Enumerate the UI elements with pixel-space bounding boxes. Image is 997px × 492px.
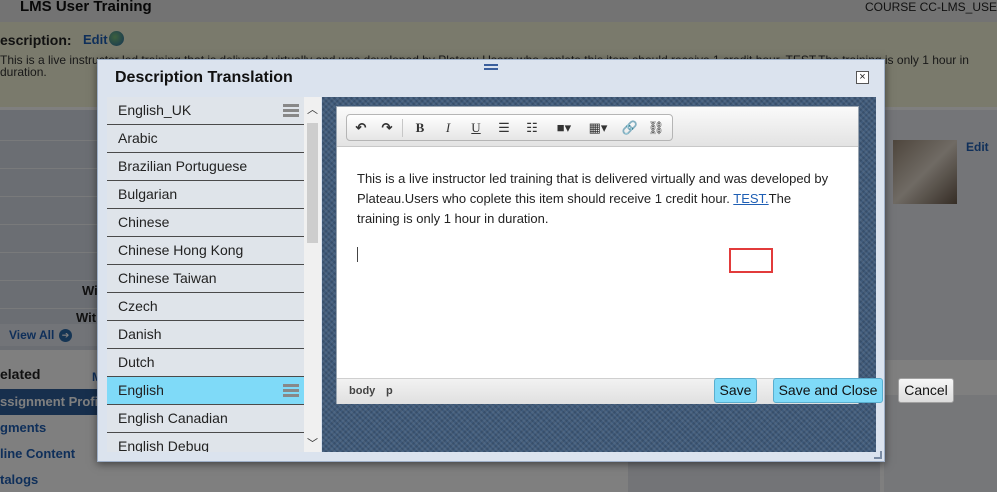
language-label: English — [118, 382, 164, 398]
language-label: Brazilian Portuguese — [118, 158, 248, 174]
language-item[interactable]: English_UK — [107, 97, 304, 125]
close-icon[interactable]: × — [856, 71, 869, 84]
language-item[interactable]: Czech — [107, 293, 304, 321]
description-translation-dialog: Description Translation × English_UK Ara… — [97, 59, 954, 462]
language-label: Czech — [118, 298, 158, 314]
language-label: Arabic — [118, 130, 158, 146]
bold-icon[interactable]: B — [409, 118, 431, 138]
highlight-box — [729, 248, 773, 273]
editor-content[interactable]: This is a live instructor led training t… — [357, 169, 835, 229]
resize-handle-icon[interactable] — [874, 451, 882, 459]
text-color-icon[interactable]: ■▾ — [551, 118, 577, 138]
language-label: Chinese — [118, 214, 170, 230]
numbered-list-icon[interactable]: ☷ — [521, 118, 543, 138]
language-item[interactable]: Danish — [107, 321, 304, 349]
drag-handle-icon[interactable] — [484, 64, 498, 70]
path-body[interactable]: body — [349, 385, 375, 397]
path-p[interactable]: p — [386, 385, 393, 397]
language-list-items: English_UK Arabic Brazilian Portuguese B… — [107, 97, 304, 452]
language-label: Dutch — [118, 354, 155, 370]
save-button[interactable]: Save — [714, 378, 757, 403]
italic-icon[interactable]: I — [437, 118, 459, 138]
dialog-title: Description Translation — [115, 69, 293, 86]
test-link[interactable]: TEST. — [733, 191, 768, 206]
chevron-up-icon[interactable]: ︿ — [307, 101, 318, 117]
rich-text-editor: ↶ ↷ B I U ☰ ☷ ■▾ ▦▾ 🔗 ⛓ This is a live i… — [336, 106, 859, 404]
toolbar-group: ↶ ↷ B I U ☰ ☷ ■▾ ▦▾ 🔗 ⛓ — [346, 114, 673, 141]
redo-icon[interactable]: ↷ — [376, 118, 398, 138]
toolbar-separator — [402, 119, 403, 137]
language-label: Chinese Hong Kong — [118, 242, 244, 258]
drag-handle-icon[interactable] — [283, 384, 299, 397]
language-list-scrollbar[interactable]: ︿ ﹀ — [304, 97, 321, 452]
language-item[interactable]: English Debug — [107, 433, 304, 452]
language-item[interactable]: Bulgarian — [107, 181, 304, 209]
language-label: Danish — [118, 326, 162, 342]
underline-icon[interactable]: U — [465, 118, 487, 138]
unlink-icon[interactable]: ⛓ — [645, 118, 667, 138]
undo-icon[interactable]: ↶ — [350, 118, 372, 138]
chevron-down-icon[interactable]: ﹀ — [307, 435, 318, 451]
language-label: English Debug — [118, 438, 210, 452]
language-item[interactable]: Dutch — [107, 349, 304, 377]
language-item[interactable]: English Canadian — [107, 405, 304, 433]
language-list: English_UK Arabic Brazilian Portuguese B… — [107, 97, 321, 452]
cancel-button[interactable]: Cancel — [898, 378, 954, 403]
language-label: English_UK — [118, 102, 192, 118]
text-caret — [357, 247, 358, 262]
table-icon[interactable]: ▦▾ — [585, 118, 611, 138]
language-item[interactable]: Brazilian Portuguese — [107, 153, 304, 181]
drag-handle-icon[interactable] — [283, 104, 299, 117]
language-item[interactable]: Arabic — [107, 125, 304, 153]
language-item[interactable]: Chinese Taiwan — [107, 265, 304, 293]
link-icon[interactable]: 🔗 — [619, 118, 641, 138]
bullet-list-icon[interactable]: ☰ — [493, 118, 515, 138]
editor-panel: ↶ ↷ B I U ☰ ☷ ■▾ ▦▾ 🔗 ⛓ This is a live i… — [322, 97, 954, 452]
scrollbar-thumb[interactable] — [307, 123, 318, 243]
editor-toolbar: ↶ ↷ B I U ☰ ☷ ■▾ ▦▾ 🔗 ⛓ — [337, 107, 858, 147]
language-item[interactable]: Chinese — [107, 209, 304, 237]
language-label: Chinese Taiwan — [118, 270, 217, 286]
language-label: Bulgarian — [118, 186, 178, 202]
language-label: English Canadian — [118, 410, 228, 426]
save-and-close-button[interactable]: Save and Close — [773, 378, 883, 403]
language-item[interactable]: Chinese Hong Kong — [107, 237, 304, 265]
language-item-selected[interactable]: English — [107, 377, 304, 405]
